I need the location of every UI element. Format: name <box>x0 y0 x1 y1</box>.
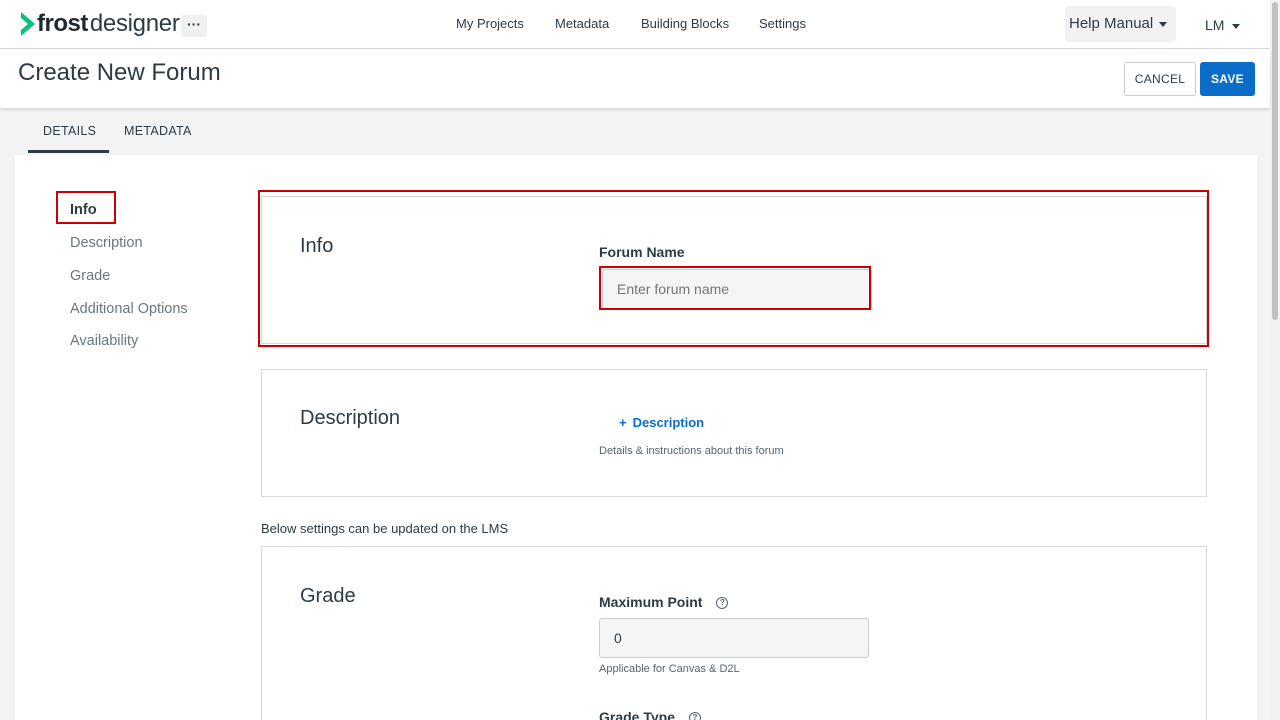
sidebar-item-additional-options[interactable]: Additional Options <box>70 301 188 317</box>
page-header: Create New Forum CANCEL SAVE <box>0 49 1270 108</box>
help-circle-icon[interactable]: ? <box>716 597 729 610</box>
frost-designer-logo[interactable]: frost designer <box>21 10 180 37</box>
active-tab-indicator <box>28 150 109 153</box>
page-title: Create New Forum <box>18 59 221 86</box>
sidebar-item-description[interactable]: Description <box>70 235 143 251</box>
help-manual-label: Help Manual <box>1069 15 1154 32</box>
user-initials: LM <box>1205 17 1225 33</box>
cancel-button[interactable]: CANCEL <box>1124 62 1196 96</box>
caret-down-icon <box>1159 21 1168 27</box>
caret-down-icon <box>1232 23 1241 29</box>
description-help-text: Details & instructions about this forum <box>599 445 784 457</box>
grade-section-title: Grade <box>300 585 356 607</box>
info-section-title: Info <box>300 235 334 257</box>
tab-details[interactable]: DETAILS <box>43 124 96 138</box>
plus-icon: + <box>619 415 627 430</box>
scrollbar-thumb[interactable] <box>1272 2 1278 320</box>
help-circle-icon[interactable]: ? <box>689 712 701 720</box>
sidebar-item-info[interactable]: Info <box>70 202 97 218</box>
nav-building-blocks[interactable]: Building Blocks <box>641 16 729 31</box>
page-scrollbar[interactable] <box>1270 0 1280 720</box>
nav-settings[interactable]: Settings <box>759 16 806 31</box>
logo-text-bold: frost <box>37 10 88 37</box>
nav-my-projects[interactable]: My Projects <box>456 16 524 31</box>
lms-note: Below settings can be updated on the LMS <box>261 521 509 536</box>
maximum-point-help-text: Applicable for Canvas & D2L <box>599 663 740 675</box>
forum-name-input[interactable] <box>602 269 872 309</box>
top-navbar: frost designer ··· My Projects Metadata … <box>0 0 1270 49</box>
maximum-point-field-label: Maximum Point? <box>599 594 729 610</box>
help-manual-dropdown[interactable]: Help Manual <box>1065 6 1176 42</box>
tab-metadata[interactable]: METADATA <box>124 124 192 138</box>
sidebar-item-availability[interactable]: Availability <box>70 333 138 349</box>
user-menu-dropdown[interactable]: LM <box>1205 17 1241 33</box>
logo-text-light: designer <box>89 10 180 37</box>
maximum-point-label: Maximum Point <box>599 594 703 610</box>
maximum-point-input[interactable]: 0 <box>599 618 869 658</box>
description-section-title: Description <box>300 407 401 429</box>
info-section: Info Forum Name <box>261 196 1207 344</box>
grade-type-label: Grade Type <box>599 709 675 720</box>
more-menu-button[interactable]: ··· <box>181 15 207 37</box>
add-description-button[interactable]: + Description <box>619 415 704 430</box>
grade-section: Grade Maximum Point? 0 Applicable for Ca… <box>261 546 1207 720</box>
nav-metadata[interactable]: Metadata <box>555 16 609 31</box>
forum-name-label: Forum Name <box>599 244 685 260</box>
sidebar-item-grade[interactable]: Grade <box>70 268 110 284</box>
add-description-label: Description <box>632 415 705 430</box>
grade-type-field-label: Grade Type? <box>599 709 701 720</box>
description-section: Description + Description Details & instr… <box>261 369 1207 497</box>
save-button[interactable]: SAVE <box>1200 62 1255 96</box>
logo-mark-icon <box>21 12 35 36</box>
